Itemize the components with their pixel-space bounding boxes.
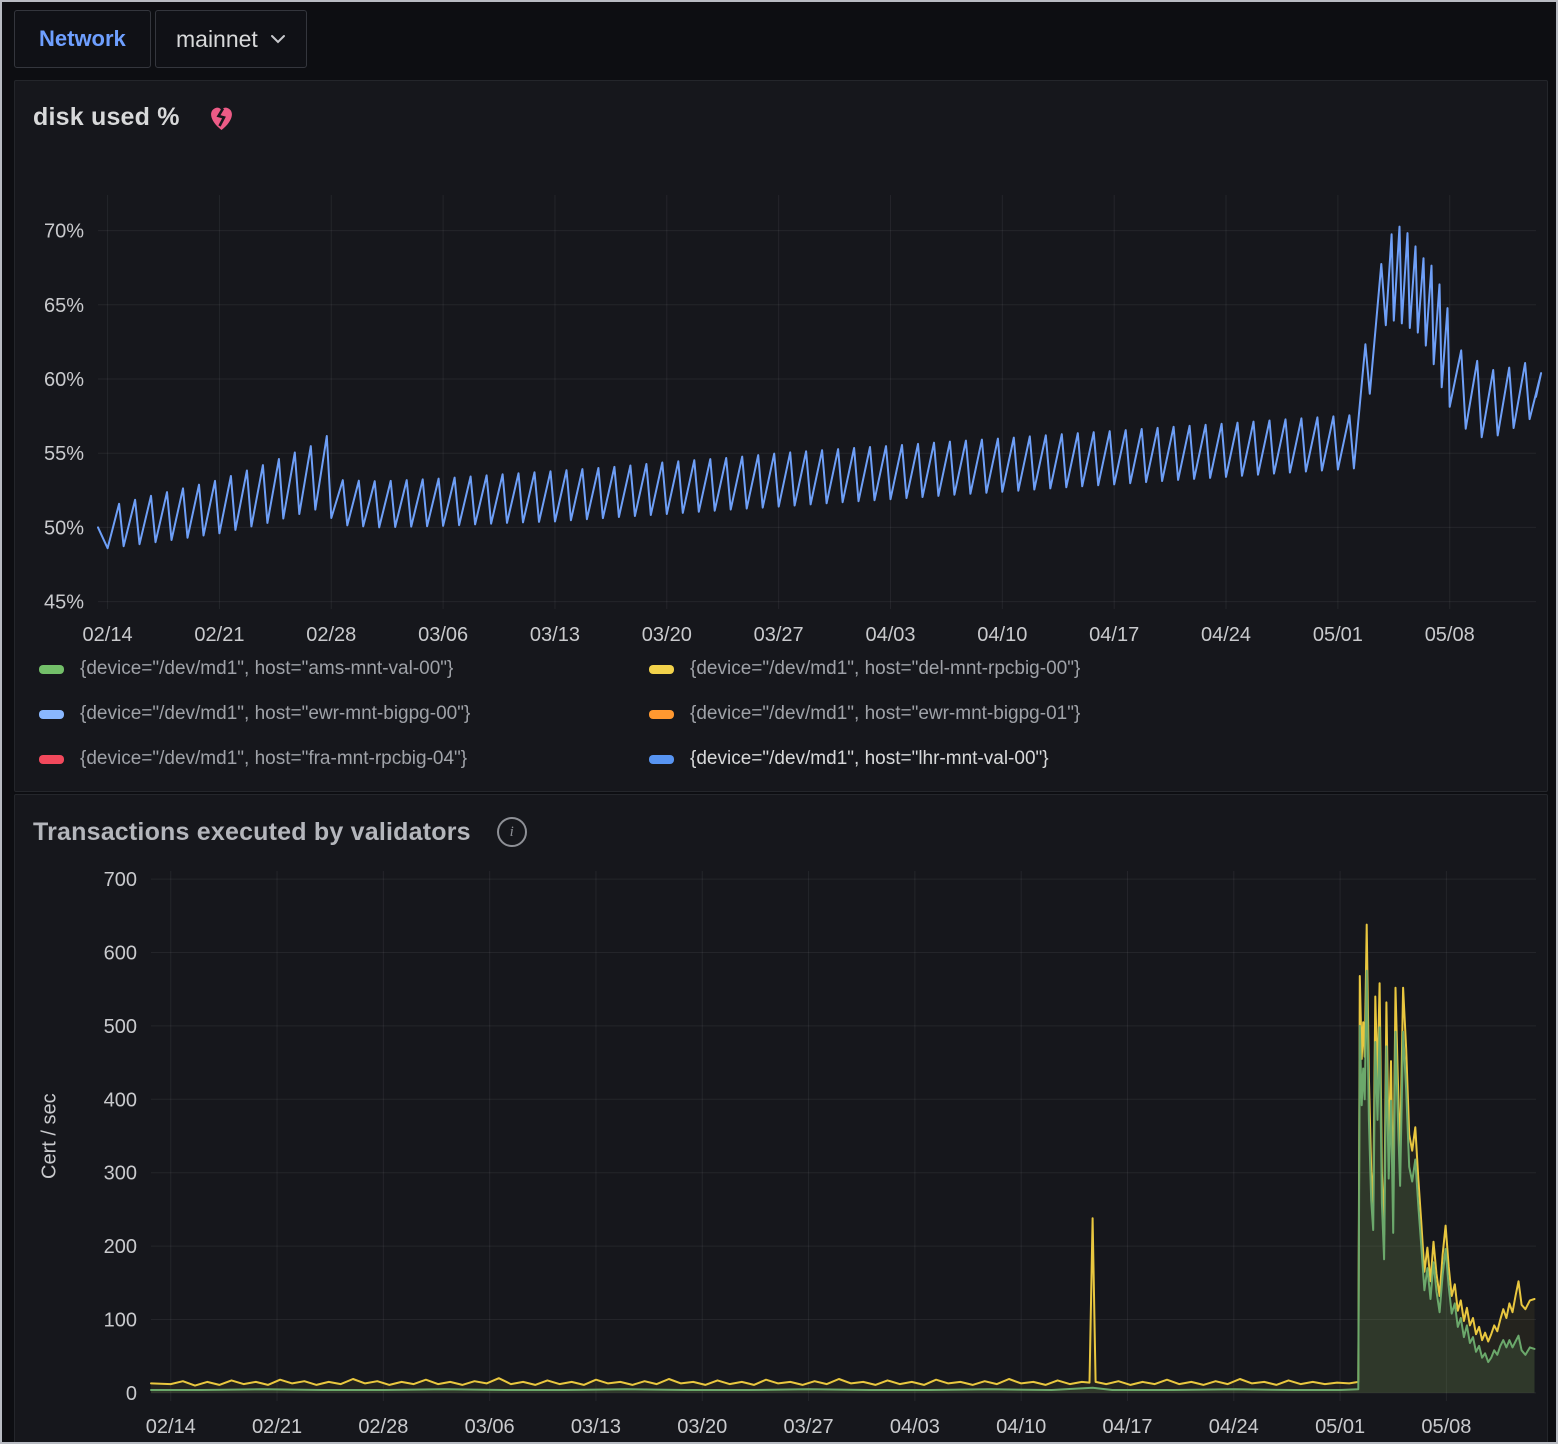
x-tick-label: 02/14 (146, 1416, 196, 1438)
legend-label: {device="/dev/md1", host="del-mnt-rpcbig… (690, 658, 1080, 680)
x-tick-label: 02/21 (252, 1416, 302, 1438)
x-tick-label: 05/08 (1421, 1416, 1471, 1438)
legend-swatch (649, 665, 674, 674)
y-tick-label: 600 (104, 942, 137, 964)
info-icon: i (497, 817, 527, 847)
series-line (151, 925, 1535, 1386)
y-tick-label: 55% (44, 443, 84, 465)
x-tick-label: 03/20 (642, 624, 692, 646)
legend-item[interactable]: {device="/dev/md1", host="lhr-mnt-val-00… (649, 743, 1519, 775)
x-tick-label: 03/27 (754, 624, 804, 646)
chevron-down-icon (270, 34, 286, 44)
y-tick-label: 50% (44, 517, 84, 539)
legend-label: {device="/dev/md1", host="ams-mnt-val-00… (80, 658, 453, 680)
x-tick-label: 04/24 (1209, 1416, 1259, 1438)
panel-title-disk-used[interactable]: disk used % (33, 103, 180, 132)
network-select[interactable]: mainnet (155, 10, 307, 68)
network-select-value: mainnet (176, 26, 258, 53)
y-tick-label: 60% (44, 369, 84, 391)
y-tick-label: 400 (104, 1089, 137, 1111)
series-line (98, 227, 1541, 549)
grafana-dashboard: Network mainnet disk used % 45% 50% 55% 60%… (0, 0, 1558, 1444)
legend-swatch (39, 665, 64, 674)
legend-label: {device="/dev/md1", host="ewr-mnt-bigpg-… (690, 703, 1080, 725)
x-tick-label: 03/06 (465, 1416, 515, 1438)
x-tick-label: 04/03 (865, 624, 915, 646)
panel1-legend: {device="/dev/md1", host="ams-mnt-val-00… (39, 653, 1519, 775)
legend-swatch (649, 710, 674, 719)
x-tick-label: 05/01 (1313, 624, 1363, 646)
legend-swatch (649, 755, 674, 764)
series-fill (151, 925, 1535, 1393)
x-tick-label: 04/17 (1089, 624, 1139, 646)
x-tick-label: 03/27 (784, 1416, 834, 1438)
legend-label: {device="/dev/md1", host="lhr-mnt-val-00… (690, 748, 1049, 770)
x-tick-label: 03/20 (677, 1416, 727, 1438)
x-tick-label: 03/13 (571, 1416, 621, 1438)
x-tick-label: 05/01 (1315, 1416, 1365, 1438)
legend-item[interactable]: {device="/dev/md1", host="ewr-mnt-bigpg-… (649, 698, 1519, 730)
y-tick-label: 200 (104, 1236, 137, 1258)
dashboard-toolbar: Network mainnet (2, 2, 1556, 76)
y-tick-label: 500 (104, 1016, 137, 1038)
legend-item[interactable]: {device="/dev/md1", host="ams-mnt-val-00… (39, 653, 649, 685)
legend-label: {device="/dev/md1", host="ewr-mnt-bigpg-… (80, 703, 470, 725)
y-tick-label: 700 (104, 869, 137, 891)
x-tick-label: 03/06 (418, 624, 468, 646)
x-tick-label: 04/10 (996, 1416, 1046, 1438)
x-tick-label: 04/10 (977, 624, 1027, 646)
panel-title-transactions[interactable]: Transactions executed by validators (33, 818, 471, 847)
x-tick-label: 02/28 (358, 1416, 408, 1438)
chart-svg: 45% 50% 55% 60% 65% 70% 02/14 02/21 02/28 03/06 03… (15, 181, 1547, 653)
network-variable-label-text: Network (39, 26, 126, 52)
transactions-chart[interactable]: 0 100 200 300 400 500 600 700 02/14 02/21 02/28 03/… (15, 855, 1547, 1443)
network-variable-label: Network (14, 10, 151, 68)
x-tick-label: 04/24 (1201, 624, 1251, 646)
series-fill (151, 971, 1535, 1393)
y-tick-label: 65% (44, 295, 84, 317)
y-tick-label: 300 (104, 1163, 137, 1185)
legend-item[interactable]: {device="/dev/md1", host="fra-mnt-rpcbig… (39, 743, 649, 775)
panel-disk-used: disk used % 45% 50% 55% 60% 65% 70% 02/14 02/21… (14, 80, 1548, 792)
x-tick-label: 05/08 (1425, 624, 1475, 646)
x-tick-label: 03/13 (530, 624, 580, 646)
chart-svg: 0 100 200 300 400 500 600 700 02/14 02/21 02/28 03/… (15, 855, 1547, 1443)
y-tick-label: 0 (126, 1383, 137, 1405)
alert-broken-heart-icon (206, 103, 237, 132)
y-tick-label: 70% (44, 221, 84, 243)
x-tick-label: 04/17 (1102, 1416, 1152, 1438)
legend-item[interactable]: {device="/dev/md1", host="del-mnt-rpcbig… (649, 653, 1519, 685)
x-tick-label: 02/21 (194, 624, 244, 646)
x-tick-label: 04/03 (890, 1416, 940, 1438)
legend-swatch (39, 755, 64, 764)
disk-used-chart[interactable]: 45% 50% 55% 60% 65% 70% 02/14 02/21 02/28 03/06 03… (15, 181, 1547, 653)
series-line (151, 971, 1535, 1390)
legend-item[interactable]: {device="/dev/md1", host="ewr-mnt-bigpg-… (39, 698, 649, 730)
legend-swatch (39, 710, 64, 719)
legend-label: {device="/dev/md1", host="fra-mnt-rpcbig… (80, 748, 467, 770)
y-tick-label: 100 (104, 1310, 137, 1332)
x-tick-label: 02/14 (83, 624, 133, 646)
panel-transactions: Transactions executed by validators i Ce… (14, 794, 1548, 1444)
x-tick-label: 02/28 (306, 624, 356, 646)
y-tick-label: 45% (44, 592, 84, 614)
